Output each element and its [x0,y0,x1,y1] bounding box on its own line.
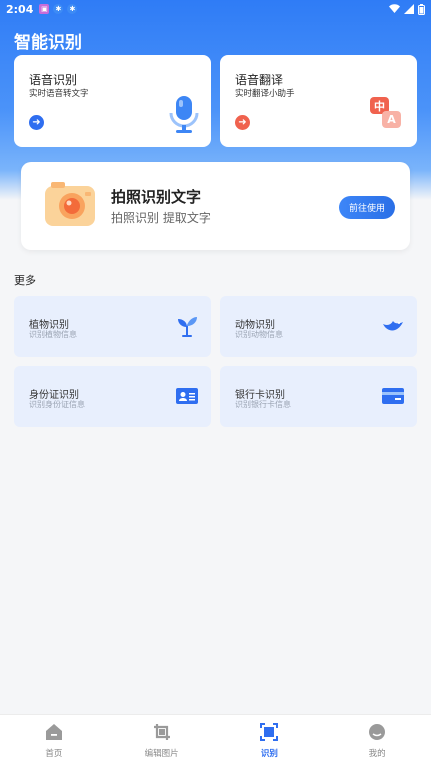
crop-icon [153,724,170,740]
translate-card-subtitle: 实时翻译小助手 [235,89,295,99]
app-title: 智能识别 [14,33,82,53]
translate-card-title: 语音翻译 [235,73,284,87]
notification-icon-2: ✱ [67,4,78,14]
voice-card-title: 语音识别 [29,73,78,87]
tile-subtitle: 识别植物信息 [29,330,77,339]
wifi-icon [389,4,400,13]
app-notification-icon: ▣ [39,4,50,14]
voice-recognition-card[interactable]: 语音识别 实时语音转文字 ➜ [14,55,211,147]
nav-recognize[interactable]: 识别 [216,715,324,766]
voice-arrow-icon[interactable]: ➜ [29,115,44,130]
tile-idcard-recognition[interactable]: 身份证识别 识别身份证信息 [14,366,211,427]
signal-icon [404,4,414,14]
translate-arrow-icon[interactable]: ➜ [235,115,250,130]
microphone-icon [169,96,199,133]
id-card-icon [176,388,198,404]
scan-icon [260,723,279,741]
voice-card-subtitle: 实时语音转文字 [29,89,89,99]
photo-card-title: 拍照识别文字 [111,188,202,206]
more-section-label: 更多 [14,274,36,287]
bottom-navigation: 首页 编辑图片 识别 我的 [0,714,431,766]
tile-animal-recognition[interactable]: 动物识别 识别动物信息 [220,296,417,357]
photo-card-subtitle: 拍照识别 提取文字 [111,211,211,225]
status-bar: 2:04 ▣ ✱ ✱ [0,0,431,18]
nav-mine-label: 我的 [368,749,386,759]
camera-icon [45,182,95,226]
tile-plant-recognition[interactable]: 植物识别 识别植物信息 [14,296,211,357]
tile-subtitle: 识别银行卡信息 [235,400,291,409]
profile-icon [369,724,386,740]
nav-home[interactable]: 首页 [0,715,108,766]
nav-home-label: 首页 [45,749,63,759]
status-time: 2:04 [6,2,34,16]
nav-recognize-label: 识别 [260,749,278,759]
translate-icon-en: A [382,111,401,128]
nav-edit-image[interactable]: 编辑图片 [108,715,216,766]
battery-icon [418,3,425,15]
home-icon [45,724,62,740]
go-use-button[interactable]: 前往使用 [339,196,395,219]
notification-icon: ✱ [53,4,64,14]
translate-icon: 中 A [370,97,402,129]
tile-subtitle: 识别动物信息 [235,330,283,339]
nav-edit-image-label: 编辑图片 [144,749,179,759]
photo-ocr-card[interactable]: 拍照识别文字 拍照识别 提取文字 前往使用 [21,162,410,250]
nav-mine[interactable]: 我的 [323,715,431,766]
bird-icon [383,321,403,331]
tile-subtitle: 识别身份证信息 [29,400,85,409]
voice-translation-card[interactable]: 语音翻译 实时翻译小助手 ➜ 中 A [220,55,417,147]
tile-bankcard-recognition[interactable]: 银行卡识别 识别银行卡信息 [220,366,417,427]
bank-card-icon [382,388,404,404]
plant-icon [178,317,197,337]
